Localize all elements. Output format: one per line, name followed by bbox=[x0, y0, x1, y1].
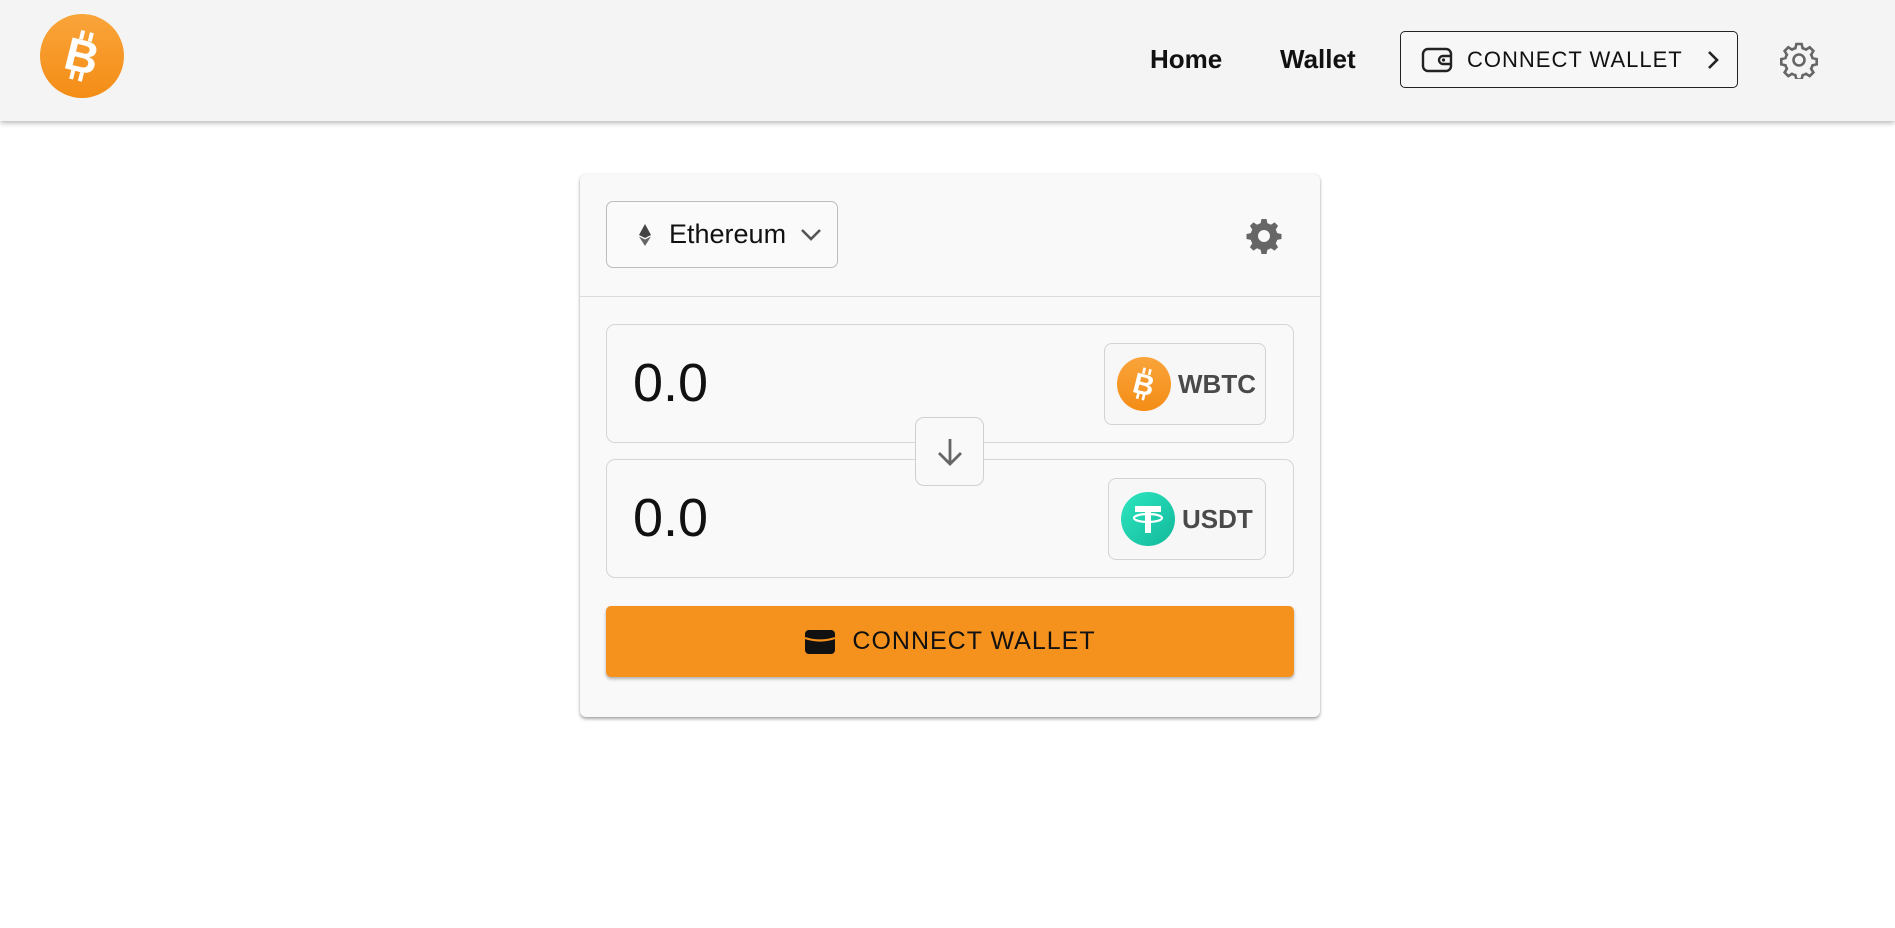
arrow-down-icon bbox=[937, 438, 962, 466]
to-token-select[interactable]: USDT bbox=[1108, 478, 1266, 560]
from-token-symbol: WBTC bbox=[1178, 368, 1256, 399]
to-token-symbol: USDT bbox=[1182, 503, 1253, 534]
to-amount-input[interactable] bbox=[633, 488, 1053, 548]
header-connect-wallet-label: CONNECT WALLET bbox=[1467, 46, 1683, 72]
gear-icon[interactable] bbox=[1780, 41, 1818, 79]
nav-wallet-link[interactable]: Wallet bbox=[1280, 42, 1356, 76]
tether-icon bbox=[1121, 492, 1175, 546]
chevron-right-icon bbox=[1707, 50, 1719, 69]
card-divider bbox=[580, 296, 1320, 297]
from-token-select[interactable]: B WBTC bbox=[1104, 343, 1266, 425]
swap-settings-gear-icon[interactable] bbox=[1246, 218, 1282, 254]
switch-tokens-button[interactable] bbox=[915, 417, 984, 486]
ethereum-icon bbox=[639, 223, 651, 246]
connect-wallet-button[interactable]: CONNECT WALLET bbox=[606, 606, 1294, 677]
wallet-icon bbox=[1421, 47, 1453, 72]
header-connect-wallet-button[interactable]: CONNECT WALLET bbox=[1400, 31, 1738, 88]
from-amount-input[interactable] bbox=[633, 353, 1053, 413]
network-label: Ethereum bbox=[669, 219, 787, 249]
connect-wallet-label: CONNECT WALLET bbox=[852, 627, 1096, 655]
top-navbar: B Home Wallet CONNECT WALLET bbox=[0, 0, 1895, 121]
bitcoin-icon: B bbox=[1117, 357, 1171, 411]
chevron-down-icon bbox=[801, 228, 821, 241]
swap-card: Ethereum B bbox=[580, 174, 1320, 717]
network-select[interactable]: Ethereum bbox=[606, 201, 838, 268]
nav-home-link[interactable]: Home bbox=[1150, 42, 1222, 76]
wallet-icon bbox=[805, 629, 836, 654]
bitcoin-logo-icon[interactable]: B bbox=[40, 14, 124, 98]
